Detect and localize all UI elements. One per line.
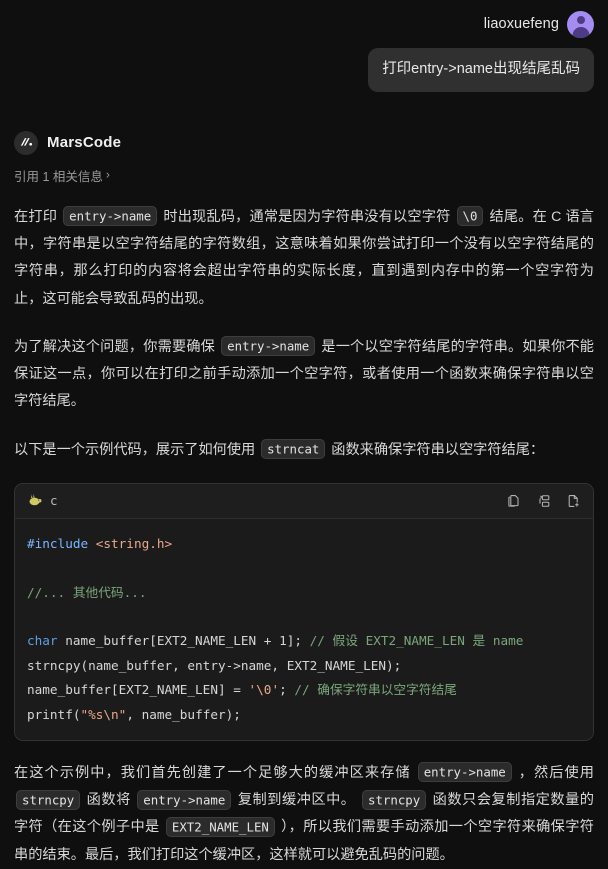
code-token: char bbox=[27, 633, 58, 649]
code-block-header: c bbox=[15, 483, 593, 519]
citation-toggle[interactable]: 引用 1 相关信息 › bbox=[14, 166, 110, 185]
inline-code-chip: entry->name bbox=[417, 762, 512, 783]
code-token: //... 其他代码... bbox=[27, 584, 147, 600]
code-block-actions bbox=[506, 493, 582, 509]
inline-code-chip: entry->name bbox=[137, 789, 232, 810]
assistant-header: MarsCode bbox=[14, 130, 594, 155]
inline-code-chip: entry->name bbox=[63, 206, 158, 227]
code-token: , name_buffer); bbox=[126, 706, 241, 722]
code-content: #include <string.h> //... 其他代码... char n… bbox=[15, 532, 593, 727]
insert-diff-icon[interactable] bbox=[536, 493, 552, 509]
user-message-row: 打印entry->name出现结尾乱码 bbox=[14, 48, 594, 92]
rabbit-icon bbox=[27, 492, 43, 509]
inline-code-chip: strncat bbox=[261, 439, 326, 460]
user-avatar-icon[interactable] bbox=[567, 10, 594, 38]
user-name: liaoxuefeng bbox=[483, 16, 559, 32]
assistant-paragraphs: 在打印 entry->name 时出现乱码，通常是因为字符串没有以空字符 \0 … bbox=[14, 204, 594, 464]
code-block: c #include <string.h> //... 其他代码... char… bbox=[14, 482, 594, 741]
new-file-icon[interactable] bbox=[566, 493, 582, 509]
assistant-name: MarsCode bbox=[47, 134, 122, 152]
avatar-head-shape bbox=[576, 15, 585, 24]
paragraph: 在这个示例中，我们首先创建了一个足够大的缓冲区来存储 entry->name ，… bbox=[14, 760, 594, 869]
citation-label: 引用 1 相关信息 bbox=[14, 169, 103, 184]
inline-code-chip: entry->name bbox=[221, 336, 316, 357]
inline-code-chip: strncpy bbox=[362, 789, 427, 810]
code-language: c bbox=[27, 492, 58, 509]
user-turn: liaoxuefeng 打印entry->name出现结尾乱码 bbox=[0, 0, 608, 92]
code-token: name_buffer[EXT2_NAME_LEN] = bbox=[27, 682, 249, 698]
inline-code-chip: \0 bbox=[456, 206, 484, 227]
avatar-body-shape bbox=[572, 26, 589, 38]
code-language-label: c bbox=[50, 493, 58, 509]
copy-code-icon[interactable] bbox=[506, 493, 522, 509]
chevron-right-icon: › bbox=[105, 167, 110, 182]
code-token: strncpy(name_buffer, entry->name, EXT2_N… bbox=[27, 657, 402, 673]
code-token: ; bbox=[279, 682, 295, 698]
code-token: // 假设 EXT2_NAME_LEN 是 name bbox=[309, 633, 524, 649]
user-header: liaoxuefeng bbox=[14, 9, 594, 39]
code-block-body[interactable]: #include <string.h> //... 其他代码... char n… bbox=[15, 518, 593, 740]
assistant-turn: MarsCode 引用 1 相关信息 › 在打印 entry->name 时出现… bbox=[0, 130, 608, 869]
paragraph: 在打印 entry->name 时出现乱码，通常是因为字符串没有以空字符 \0 … bbox=[14, 204, 594, 313]
inline-code-chip: strncpy bbox=[16, 789, 81, 810]
code-token: name_buffer[EXT2_NAME_LEN + 1]; bbox=[57, 633, 310, 649]
assistant-closing-paragraph: 在这个示例中，我们首先创建了一个足够大的缓冲区来存储 entry->name ，… bbox=[14, 760, 594, 869]
marscode-logo-icon bbox=[14, 130, 38, 155]
code-token: // 确保字符串以空字符结尾 bbox=[294, 682, 457, 698]
code-token: "%s\n" bbox=[80, 706, 127, 722]
code-token: printf( bbox=[27, 706, 81, 722]
code-token: <string.h> bbox=[95, 535, 173, 551]
chat-page: liaoxuefeng 打印entry->name出现结尾乱码 MarsCode… bbox=[0, 0, 608, 863]
paragraph: 以下是一个示例代码，展示了如何使用 strncat 函数来确保字符串以空字符结尾… bbox=[14, 437, 594, 464]
inline-code-chip: EXT2_NAME_LEN bbox=[165, 816, 275, 837]
user-message-bubble[interactable]: 打印entry->name出现结尾乱码 bbox=[368, 48, 594, 92]
code-token: #include bbox=[27, 535, 89, 551]
paragraph: 为了解决这个问题，你需要确保 entry->name 是一个以空字符结尾的字符串… bbox=[14, 334, 594, 416]
code-token: '\0' bbox=[248, 682, 280, 698]
